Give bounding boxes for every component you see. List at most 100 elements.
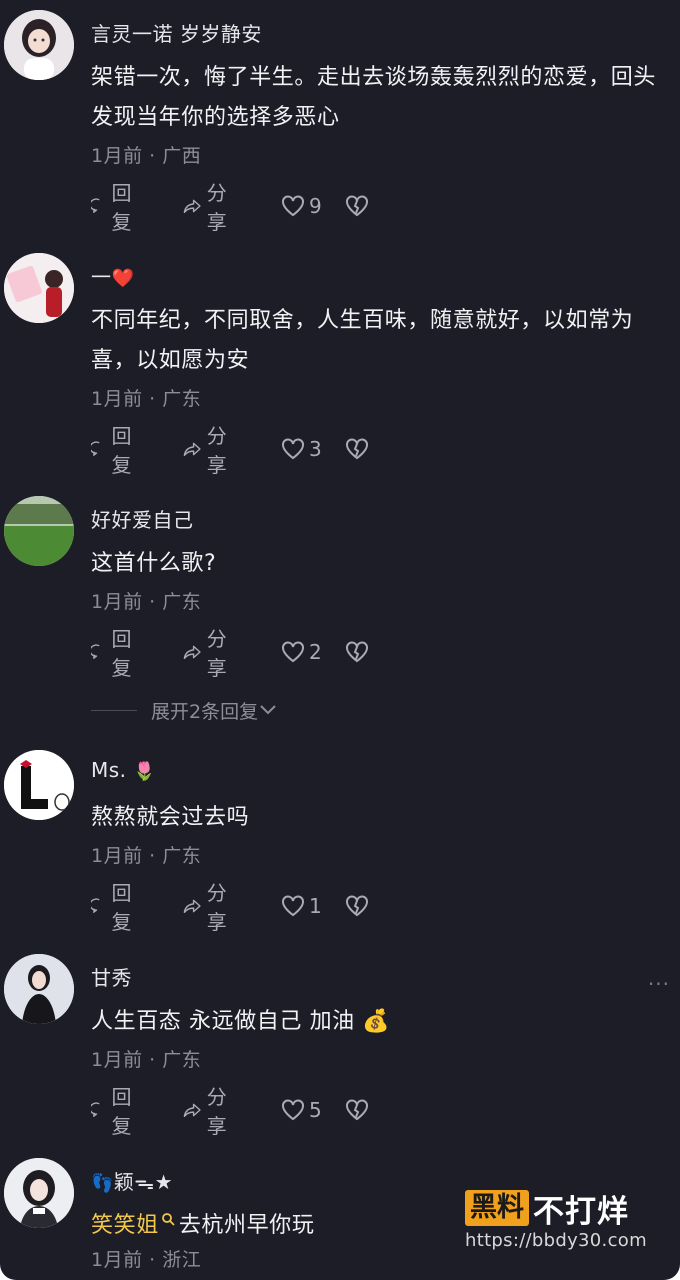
comment-text: 这首什么歌?	[91, 551, 217, 576]
broken-heart-icon	[346, 438, 368, 460]
share-button[interactable]: 分享	[183, 181, 235, 234]
username-text: 颖	[113, 1170, 135, 1194]
watermark: 黑料 不打烊 https://bbdy30.com	[465, 1188, 665, 1251]
reply-icon	[91, 1102, 100, 1117]
comment-list: 言灵一诺 岁岁静安 架错一次，悔了半生。走出去谈场轰轰烈烈的恋爱，回头发现当年你…	[0, 0, 680, 1280]
reply-icon	[91, 198, 100, 213]
watermark-url: https://bbdy30.com	[465, 1230, 647, 1251]
reply-button[interactable]: 回复	[91, 627, 139, 680]
username[interactable]: 言灵一诺 岁岁静安	[91, 18, 262, 47]
username-text: Ms.	[91, 758, 127, 782]
avatar[interactable]	[4, 253, 74, 323]
dislike-button[interactable]	[345, 637, 369, 667]
reply-label: 回复	[111, 424, 132, 477]
comment-meta: 1月前 · 浙江	[91, 1249, 202, 1271]
expand-replies-label: 展开2条回复	[151, 700, 259, 723]
comment-meta: 1月前 · 广东	[91, 1049, 202, 1071]
money-bag-emoji-icon: 💰	[362, 1009, 391, 1034]
chevron-down-icon	[260, 705, 276, 715]
dislike-button[interactable]	[345, 434, 369, 464]
divider	[91, 709, 137, 711]
username-suffix: ᯓ★	[134, 1170, 174, 1194]
reply-icon	[91, 644, 100, 659]
expand-replies-button[interactable]: 展开2条回复	[91, 696, 278, 724]
reply-label: 回复	[111, 627, 132, 680]
broken-heart-icon	[346, 1099, 368, 1121]
like-count: 2	[309, 640, 322, 664]
reply-label: 回复	[111, 181, 132, 234]
dislike-button[interactable]	[345, 191, 369, 221]
broken-heart-icon	[346, 195, 368, 217]
comment-meta: 1月前 · 广西	[91, 145, 202, 167]
username[interactable]: Ms. 🌷	[91, 758, 156, 782]
comment-meta: 1月前 · 广东	[91, 388, 202, 410]
heart-emoji-icon: ❤️	[111, 268, 135, 289]
comment-meta: 1月前 · 广东	[91, 845, 202, 867]
mention-link[interactable]: 笑笑姐	[91, 1213, 159, 1238]
like-count: 5	[309, 1098, 322, 1122]
like-count: 3	[309, 437, 322, 461]
share-label: 分享	[206, 627, 227, 680]
avatar[interactable]	[4, 1158, 74, 1228]
username[interactable]: 👣颖ᯓ★	[91, 1166, 173, 1195]
comment-text-body: 去杭州早你玩	[178, 1213, 315, 1238]
reply-icon	[91, 898, 100, 913]
avatar[interactable]	[4, 496, 74, 566]
share-button[interactable]: 分享	[183, 424, 235, 477]
reply-label: 回复	[111, 881, 132, 934]
share-button[interactable]: 分享	[183, 627, 235, 680]
share-button[interactable]: 分享	[183, 1085, 235, 1138]
dislike-button[interactable]	[345, 1095, 369, 1125]
heart-icon	[282, 195, 304, 217]
like-count: 9	[309, 194, 322, 218]
dislike-button[interactable]	[345, 891, 369, 921]
share-label: 分享	[206, 1085, 227, 1138]
username[interactable]: 好好爱自己	[91, 504, 194, 533]
username[interactable]: 一❤️	[91, 261, 134, 290]
comment-text: 人生百态 永远做自己 加油 💰	[91, 1002, 671, 1042]
heart-icon	[282, 895, 304, 917]
comment-text: 熬熬就会过去吗	[91, 805, 250, 830]
search-icon[interactable]	[161, 1212, 175, 1226]
heart-icon	[282, 641, 304, 663]
like-count: 1	[309, 894, 322, 918]
heart-icon	[282, 438, 304, 460]
like-button[interactable]: 1	[281, 891, 322, 921]
username[interactable]: 甘秀	[91, 962, 132, 991]
username-text: 一	[91, 265, 112, 289]
heart-icon	[282, 1099, 304, 1121]
more-options-button[interactable]: ···	[648, 972, 670, 996]
share-icon	[183, 645, 201, 660]
avatar[interactable]	[4, 954, 74, 1024]
share-label: 分享	[206, 881, 227, 934]
share-label: 分享	[206, 181, 227, 234]
share-button[interactable]: 分享	[183, 881, 235, 934]
reply-button[interactable]: 回复	[91, 881, 139, 934]
avatar[interactable]	[4, 750, 74, 820]
reply-label: 回复	[111, 1085, 132, 1138]
share-icon	[183, 899, 201, 914]
comment-text-body: 人生百态 永远做自己 加油	[91, 1009, 355, 1034]
share-label: 分享	[206, 424, 227, 477]
watermark-text: 不打烊	[533, 1193, 629, 1230]
share-icon	[183, 442, 201, 457]
share-icon	[183, 1103, 201, 1118]
comment-text: 不同年纪，不同取舍，人生百味，随意就好，以如常为喜，以如愿为安	[91, 308, 634, 373]
comment-meta: 1月前 · 广东	[91, 591, 202, 613]
comment-text: 架错一次，悔了半生。走出去谈场轰轰烈烈的恋爱，回头发现当年你的选择多恶心	[91, 65, 657, 130]
like-button[interactable]: 5	[281, 1095, 322, 1125]
reply-button[interactable]: 回复	[91, 1085, 139, 1138]
share-icon	[183, 199, 201, 214]
broken-heart-icon	[346, 641, 368, 663]
footprints-emoji-icon: 👣	[91, 1173, 114, 1194]
like-button[interactable]: 3	[281, 434, 322, 464]
like-button[interactable]: 9	[281, 191, 322, 221]
watermark-badge: 黑料	[465, 1190, 529, 1226]
broken-heart-icon	[346, 895, 368, 917]
like-button[interactable]: 2	[281, 637, 322, 667]
reply-button[interactable]: 回复	[91, 424, 139, 477]
tulip-emoji-icon: 🌷	[133, 761, 157, 782]
reply-icon	[91, 441, 100, 456]
avatar[interactable]	[4, 10, 74, 80]
reply-button[interactable]: 回复	[91, 181, 139, 234]
